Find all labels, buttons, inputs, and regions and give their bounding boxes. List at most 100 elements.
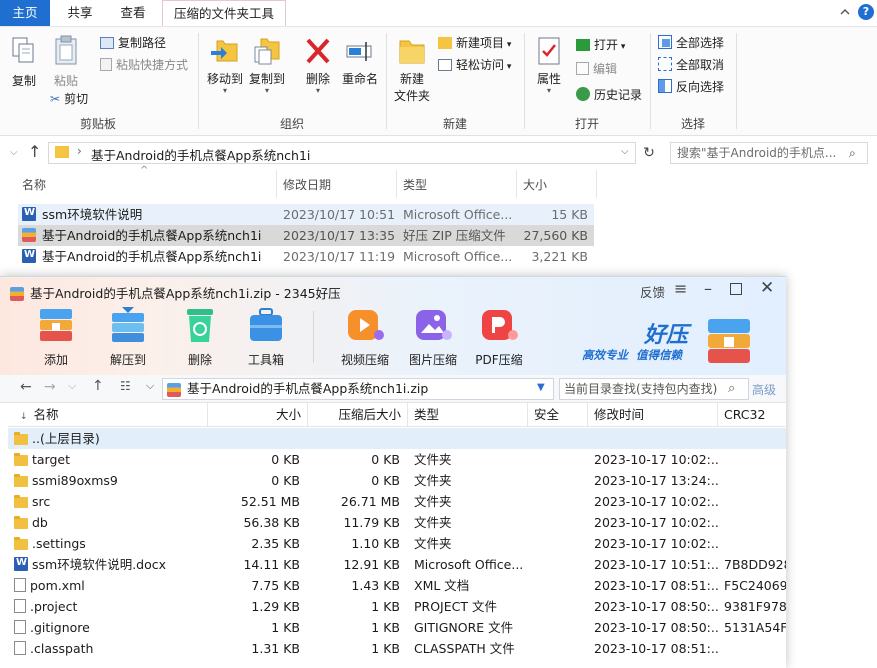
copy-path-button[interactable]: 复制路径 (100, 33, 166, 53)
maximize-icon[interactable] (730, 283, 742, 295)
archive-row-name: ssm环境软件说明.docx (32, 557, 167, 572)
archive-row[interactable]: src 52.51 MB 26.71 MB 文件夹 2023-10-17 10:02:.… (8, 491, 786, 512)
close-icon[interactable]: ✕ (760, 278, 774, 298)
column-header-packed-size[interactable]: 压缩后大小 (308, 403, 408, 427)
archive-row-name: ..(上层目录) (32, 431, 100, 446)
archive-row-size: 0 KB (271, 473, 300, 488)
archive-row-time: 2023-10-17 10:51:... (594, 557, 718, 572)
invert-selection-label: 反向选择 (676, 80, 725, 94)
archive-row-time: 2023-10-17 08:50:... (594, 599, 718, 614)
new-folder-button[interactable]: 新建 文件夹 (390, 35, 434, 111)
select-none-icon (658, 57, 672, 71)
up-level-icon[interactable]: ↑ (92, 378, 104, 394)
invert-selection-button[interactable]: 反向选择 (658, 77, 724, 97)
column-header-crc32[interactable]: CRC32 (718, 403, 786, 427)
feedback-link[interactable]: 反馈 (640, 282, 665, 301)
menu-icon[interactable]: ≡ (674, 279, 687, 298)
address-bar[interactable]: › 基于Android的手机点餐App系统nch1i ⌵ (48, 142, 636, 164)
archive-row-type: GITIGNORE 文件 (414, 620, 514, 635)
copy-to-button[interactable]: 复制到 ▾ (246, 35, 288, 97)
archive-row[interactable]: ssm环境软件说明.docx 14.11 KB 12.91 KB Microsoft … (8, 554, 786, 575)
select-all-button[interactable]: 全部选择 (658, 33, 724, 53)
history-dropdown-icon[interactable]: ⌵ (68, 379, 76, 393)
help-icon[interactable]: ? (858, 4, 874, 20)
archive-row[interactable]: .gitignore 1 KB 1 KB GITIGNORE 文件 2023-10-17… (8, 617, 786, 638)
file-row-selected[interactable]: 基于Android的手机点餐App系统nch1i 2023/10/17 13:3… (18, 225, 594, 246)
file-type: 好压 ZIP 压缩文件 (403, 228, 506, 243)
archive-row[interactable]: pom.xml 7.75 KB 1.43 KB XML 文档 2023-10-17 08… (8, 575, 786, 596)
select-none-button[interactable]: 全部取消 (658, 55, 724, 75)
archive-row[interactable]: ssmi89oxms9 0 KB 0 KB 文件夹 2023-10-17 13:24:.… (8, 470, 786, 491)
archive-row-size: 52.51 MB (240, 494, 300, 509)
column-header-size[interactable]: 大小 (523, 174, 547, 198)
back-arrow-icon[interactable]: ← (20, 379, 32, 395)
minimize-icon[interactable]: – (704, 279, 712, 298)
tab-home[interactable]: 主页 (0, 0, 50, 26)
archive-path-input[interactable]: 基于Android的手机点餐App系统nch1i.zip ▼ (162, 378, 554, 400)
tab-share[interactable]: 共享 (54, 0, 106, 26)
search-icon: ⌕ (849, 146, 856, 160)
ribbon-collapse-icon[interactable] (838, 5, 852, 19)
archive-row[interactable]: .classpath 1.31 KB 1 KB CLASSPATH 文件 2023-10… (8, 638, 786, 659)
column-header-security[interactable]: 安全 (528, 403, 588, 427)
cut-label: 剪切 (64, 92, 89, 106)
extract-to-button[interactable]: 解压到 (102, 305, 154, 369)
tab-view[interactable]: 查看 (108, 0, 158, 26)
paste-button[interactable]: 粘贴 (48, 35, 84, 95)
file-row[interactable]: ssm环境软件说明 2023/10/17 10:51 Microsoft Off… (18, 204, 594, 225)
column-header-date[interactable]: 修改日期 (283, 174, 331, 198)
archive-row-packed: 1 KB (371, 641, 400, 656)
tab-compressed-folder-tools[interactable]: 压缩的文件夹工具 (162, 0, 286, 26)
copy-button[interactable]: 复制 (6, 35, 42, 95)
rename-button[interactable]: 重命名 (338, 35, 382, 97)
video-compress-button[interactable]: 视频压缩 (336, 305, 394, 369)
archive-row[interactable]: .project 1.29 KB 1 KB PROJECT 文件 2023-10-17 … (8, 596, 786, 617)
delete-button[interactable]: 删除 ▾ (298, 35, 338, 97)
easy-access-button[interactable]: 轻松访问 ▾ (438, 55, 511, 75)
column-header-type[interactable]: 类型 (403, 174, 427, 198)
up-arrow-icon[interactable]: ↑ (28, 143, 41, 161)
recent-locations-chevron-icon[interactable]: ⌵ (10, 147, 18, 158)
history-button[interactable]: 历史记录 (576, 85, 642, 105)
column-header-type[interactable]: 类型 (408, 403, 528, 427)
open-button[interactable]: 打开 ▾ (576, 35, 625, 55)
advanced-search-link[interactable]: 高级 (752, 381, 776, 398)
file-row[interactable]: 基于Android的手机点餐App系统nch1i 2023/10/17 11:1… (18, 246, 594, 267)
move-to-button[interactable]: 移动到 ▾ (204, 35, 246, 97)
zip-delete-button[interactable]: 删除 (174, 305, 226, 369)
archive-row-type: 文件夹 (414, 515, 452, 530)
pdf-compress-button[interactable]: PDF压缩 (470, 305, 528, 369)
archive-search-placeholder: 当前目录查找(支持包内查找) (564, 382, 718, 396)
paste-shortcut-button[interactable]: 粘贴快捷方式 (100, 55, 188, 75)
archive-row[interactable]: target 0 KB 0 KB 文件夹 2023-10-17 10:02:... (8, 449, 786, 470)
archive-search-input[interactable]: 当前目录查找(支持包内查找) ⌕ (559, 378, 749, 400)
column-header-name[interactable]: 名称 (22, 174, 46, 198)
path-dropdown-icon[interactable]: ▼ (537, 378, 545, 398)
forward-arrow-icon[interactable]: → (44, 379, 56, 395)
archive-row[interactable]: db 56.38 KB 11.79 KB 文件夹 2023-10-17 10:02:..… (8, 512, 786, 533)
archive-row-packed: 11.79 KB (343, 515, 400, 530)
search-input[interactable]: 搜索"基于Android的手机点... ⌕ (670, 142, 868, 164)
new-folder-label-1: 新建 (399, 72, 424, 86)
image-compress-button[interactable]: 图片压缩 (404, 305, 462, 369)
cut-button[interactable]: ✂ 剪切 (50, 89, 88, 109)
easy-access-icon (438, 59, 452, 71)
view-mode-dropdown-icon[interactable]: ⌵ (146, 379, 154, 393)
folder-icon (14, 516, 28, 529)
properties-button[interactable]: 属性 ▾ (530, 35, 568, 107)
column-header-size[interactable]: 大小 (208, 403, 308, 427)
add-label: 添加 (43, 353, 68, 367)
toolbox-button[interactable]: 工具箱 (240, 305, 292, 369)
archive-row[interactable]: ..(上层目录) (8, 428, 786, 449)
column-header-name[interactable]: ↓ 名称 (8, 403, 208, 427)
refresh-icon[interactable]: ↻ (640, 144, 658, 162)
edit-button[interactable]: 编辑 (576, 59, 617, 79)
address-dropdown-icon[interactable]: ⌵ (621, 146, 629, 157)
archive-row-name: .classpath (30, 641, 94, 656)
scissors-icon: ✂ (50, 92, 61, 106)
archive-row[interactable]: .settings 2.35 KB 1.10 KB 文件夹 2023-10-17 10:… (8, 533, 786, 554)
column-header-modified[interactable]: 修改时间 (588, 403, 718, 427)
add-button[interactable]: 添加 (30, 305, 82, 369)
view-mode-icon[interactable]: ☷ (120, 379, 131, 393)
new-item-button[interactable]: 新建项目 ▾ (438, 33, 511, 53)
